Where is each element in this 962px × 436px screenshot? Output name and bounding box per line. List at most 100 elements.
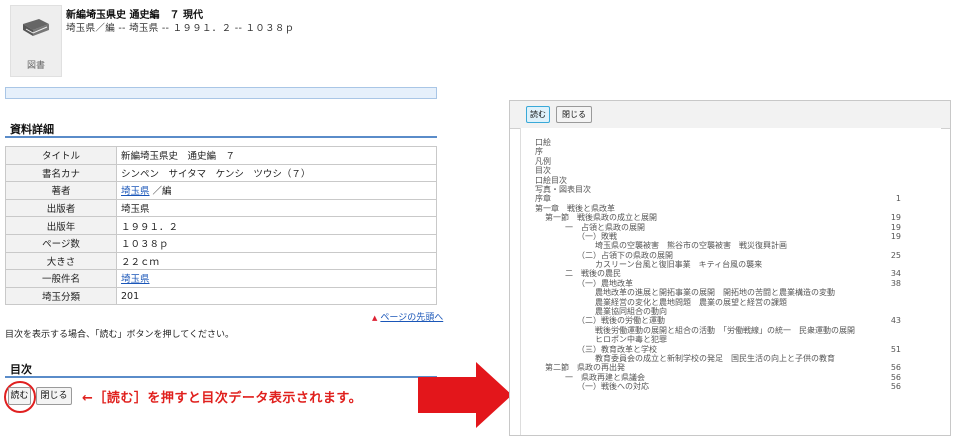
- toc-entry-text: 農業協同組合の動向: [595, 307, 667, 317]
- row-label: 書名カナ: [5, 163, 117, 183]
- toc-entry-text: 教育委員会の成立と新制学校の発足 国民生活の向上と子供の教育: [595, 353, 835, 363]
- toc-entry: 序: [535, 147, 929, 156]
- toc-entry: 第一章 戦後と県改革: [535, 204, 929, 213]
- toc-entry-text: （一）戦後への対応: [577, 382, 649, 392]
- row-label: 一般件名: [5, 269, 117, 288]
- toc-entry: （三）教育改革と学校 51: [535, 345, 929, 354]
- author-role: ／編: [152, 186, 172, 198]
- toc-entry: 写真・図表目次: [535, 185, 929, 194]
- table-row: 出版者 埼玉県: [5, 198, 437, 218]
- toc-entry-text: 口絵目次: [535, 175, 567, 185]
- row-value: １０３８ｐ: [116, 233, 437, 253]
- toc-entry: 農地改革の進展と開拓事業の展開 開拓地の苦闘と農業構造の変動: [535, 288, 929, 297]
- toc-entry-text: 写真・図表目次: [535, 184, 591, 194]
- table-row: 出版年 １９９１．２: [5, 216, 437, 235]
- row-value: 埼玉県: [116, 198, 437, 218]
- toc-entry-text: 一 占領と県政の展開: [565, 222, 645, 232]
- book-type-icon: 図書: [10, 5, 62, 77]
- toc-entry-text: （一）農地改革: [577, 278, 633, 288]
- row-value: 埼玉県 ／編: [116, 181, 437, 200]
- toc-entry-text: 凡例: [535, 156, 551, 166]
- book-icon: [23, 19, 49, 36]
- toc-entry-text: 序: [535, 147, 543, 157]
- toc-entry: 第一節 戦後県政の成立と展開 19: [535, 213, 929, 222]
- toc-entry-text: （三）教育改革と学校: [577, 344, 657, 354]
- read-button[interactable]: 読む: [8, 387, 31, 405]
- toc-entry: 教育委員会の成立と新制学校の発足 国民生活の向上と子供の教育: [535, 354, 929, 363]
- row-label: 埼玉分類: [5, 286, 117, 306]
- toc-entry-page: 56: [890, 363, 901, 373]
- toc-entry-page: 51: [890, 344, 901, 354]
- toc-entry-page: 19: [890, 213, 901, 223]
- row-label: 出版者: [5, 198, 117, 218]
- info-bar: [5, 87, 437, 99]
- instruction-annotation: ←［読む］を押すと目次データ表示されます。: [82, 391, 363, 406]
- toc-entry-page: 25: [890, 250, 901, 260]
- table-row: 書名カナ シンペン サイタマ ケンシ ツウシ（７）: [5, 163, 437, 183]
- toc-entry: 一 占領と県政の展開 19: [535, 223, 929, 232]
- toc-entry-text: （一）敗戦: [577, 231, 617, 241]
- table-row: 埼玉分類 201: [5, 286, 437, 306]
- author-link[interactable]: 埼玉県: [121, 186, 150, 197]
- detail-table: タイトル 新編埼玉県史 通史編 ７ 書名カナ シンペン サイタマ ケンシ ツウシ（７…: [5, 146, 437, 306]
- row-label: ページ数: [5, 233, 117, 253]
- book-type-label: 図書: [26, 61, 45, 71]
- toc-entry-text: ヒロポン中毒と犯罪: [595, 335, 667, 345]
- toc-entry-text: 序章: [535, 194, 551, 204]
- row-label: 出版年: [5, 216, 117, 235]
- row-value: １９９１．２: [116, 216, 437, 235]
- toc-entry: ヒロポン中毒と犯罪: [535, 335, 929, 344]
- toc-heading-rule: [5, 376, 437, 378]
- row-value: 新編埼玉県史 通史編 ７: [116, 146, 437, 165]
- toc-entry-text: 第一節 戦後県政の成立と展開: [545, 213, 657, 223]
- toc-entry-page: 56: [890, 382, 901, 392]
- table-row: 一般件名 埼玉県: [5, 269, 437, 288]
- toc-entry: 凡例: [535, 157, 929, 166]
- toc-entry: 埼玉県の空襲被害 熊谷市の空襲被害 戦災復興計画: [535, 241, 929, 250]
- toc-entry-text: 戦後労働運動の展開と組合の活動 「労働戦線」の統一 民衆運動の展開: [595, 325, 855, 335]
- toc-entry: （一）敗戦 19: [535, 232, 929, 241]
- toc-instruction: 目次を表示する場合、「読む」ボタンを押してください。: [5, 330, 234, 340]
- viewer-toc-list: 口絵序凡例 目次 口絵目次 写真・図表目次 序章 1 第一章 戦後と県改革 第一節 戦後県政の…: [535, 138, 929, 392]
- toc-entry-page: 19: [890, 231, 901, 241]
- toc-entry: 第二節 県政の再出発 56: [535, 363, 929, 372]
- triangle-up-icon: ▲: [372, 314, 378, 322]
- page-top-label: ページの先頭へ: [380, 313, 444, 323]
- row-label: 著者: [5, 181, 117, 200]
- viewer-toc-overlay: 口絵序凡例 目次 口絵目次 写真・図表目次 序章 1 第一章 戦後と県改革 第一節 戦後県政の…: [509, 100, 949, 434]
- toc-entry-page: 38: [890, 278, 901, 288]
- toc-entry: （二）占領下の県政の展開 25: [535, 251, 929, 260]
- toc-entry: 序章 1: [535, 194, 929, 203]
- right-arrow-icon: [418, 362, 512, 428]
- toc-entry-text: 第一章 戦後と県改革: [535, 203, 615, 213]
- toc-entry-text: （二）戦後の労働と運動: [577, 316, 665, 326]
- page-top-link[interactable]: ▲ ページの先頭へ: [372, 310, 443, 323]
- toc-entry: 一 県政再建と県議会 56: [535, 373, 929, 382]
- toc-entry-text: 農地改革の進展と開拓事業の展開 開拓地の苦闘と農業構造の変動: [595, 288, 835, 298]
- toc-entry-text: 口絵: [535, 138, 551, 147]
- table-row: ページ数 １０３８ｐ: [5, 233, 437, 253]
- detail-heading: 資料詳細: [10, 123, 54, 136]
- toc-entry: 口絵目次: [535, 176, 929, 185]
- toc-entry-text: 一 県政再建と県議会: [565, 372, 645, 382]
- row-value: 埼玉県: [116, 269, 437, 288]
- toc-entry-text: （二）占領下の県政の展開: [577, 250, 673, 260]
- toc-entry: 農業経営の変化と農地問題 農業の展望と経営の課題: [535, 298, 929, 307]
- table-row: 著者 埼玉県 ／編: [5, 181, 437, 200]
- toc-entry-text: 目次: [535, 166, 551, 176]
- table-row: 大きさ ２２ｃｍ: [5, 251, 437, 271]
- toc-heading: 目次: [10, 363, 32, 376]
- close-button[interactable]: 閉じる: [36, 387, 72, 405]
- toc-entry: （一）農地改革 38: [535, 279, 929, 288]
- toc-entry-page: 56: [890, 372, 901, 382]
- toc-entry: 戦後労働運動の展開と組合の活動 「労働戦線」の統一 民衆運動の展開: [535, 326, 929, 335]
- subject-link[interactable]: 埼玉県: [121, 274, 150, 285]
- toc-entry-page: 1: [895, 194, 901, 204]
- toc-entry-page: 43: [890, 316, 901, 326]
- toc-entry-text: 埼玉県の空襲被害 熊谷市の空襲被害 戦災復興計画: [595, 241, 787, 251]
- toc-entry-page: 19: [890, 222, 901, 232]
- toc-entry-text: 農業経営の変化と農地問題 農業の展望と経営の課題: [595, 297, 787, 307]
- toc-entry: 二 戦後の農民 34: [535, 269, 929, 278]
- record-subtitle: 埼玉県／編 -- 埼玉県 -- １９９１．２ -- １０３８ｐ: [66, 23, 295, 34]
- toc-entry-text: 二 戦後の農民: [565, 269, 621, 279]
